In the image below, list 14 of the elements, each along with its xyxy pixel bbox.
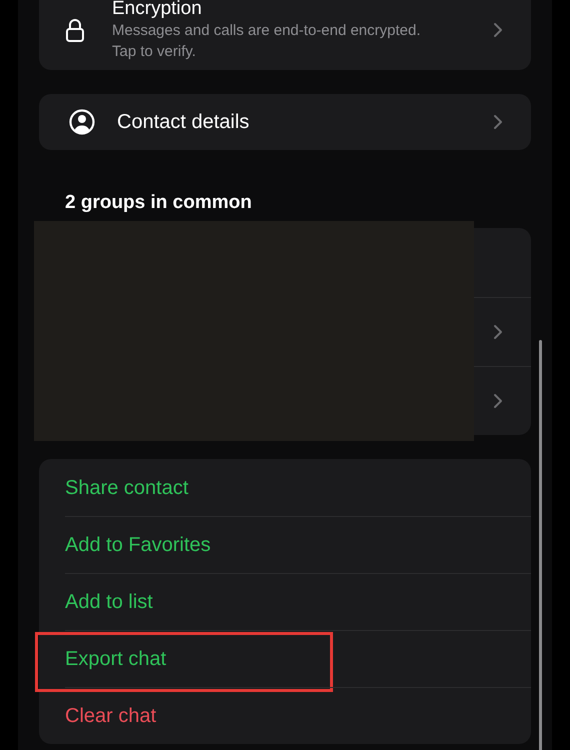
contact-details-row[interactable]: Contact details bbox=[39, 94, 531, 150]
action-item[interactable]: Share contact bbox=[65, 472, 188, 502]
chevron-icon bbox=[493, 114, 503, 130]
lock-icon bbox=[65, 18, 85, 42]
encryption-subtitle: Messages and calls are end-to-end encrypted. Tap to verify. bbox=[112, 21, 422, 62]
action-item[interactable]: Add to list bbox=[65, 587, 153, 617]
chevron-icon bbox=[493, 22, 503, 38]
encryption-row[interactable]: Encryption Messages and calls are end-to-end encrypted. Tap to verify. bbox=[39, 0, 531, 70]
person-circle-icon bbox=[69, 109, 95, 135]
action-item[interactable]: Clear chat bbox=[65, 701, 156, 731]
action-item[interactable]: Export chat bbox=[65, 644, 166, 674]
section-heading: 2 groups in common bbox=[65, 192, 253, 214]
encryption-title: Encryption bbox=[112, 0, 203, 20]
action-item[interactable]: Add to Favorites bbox=[65, 530, 211, 560]
